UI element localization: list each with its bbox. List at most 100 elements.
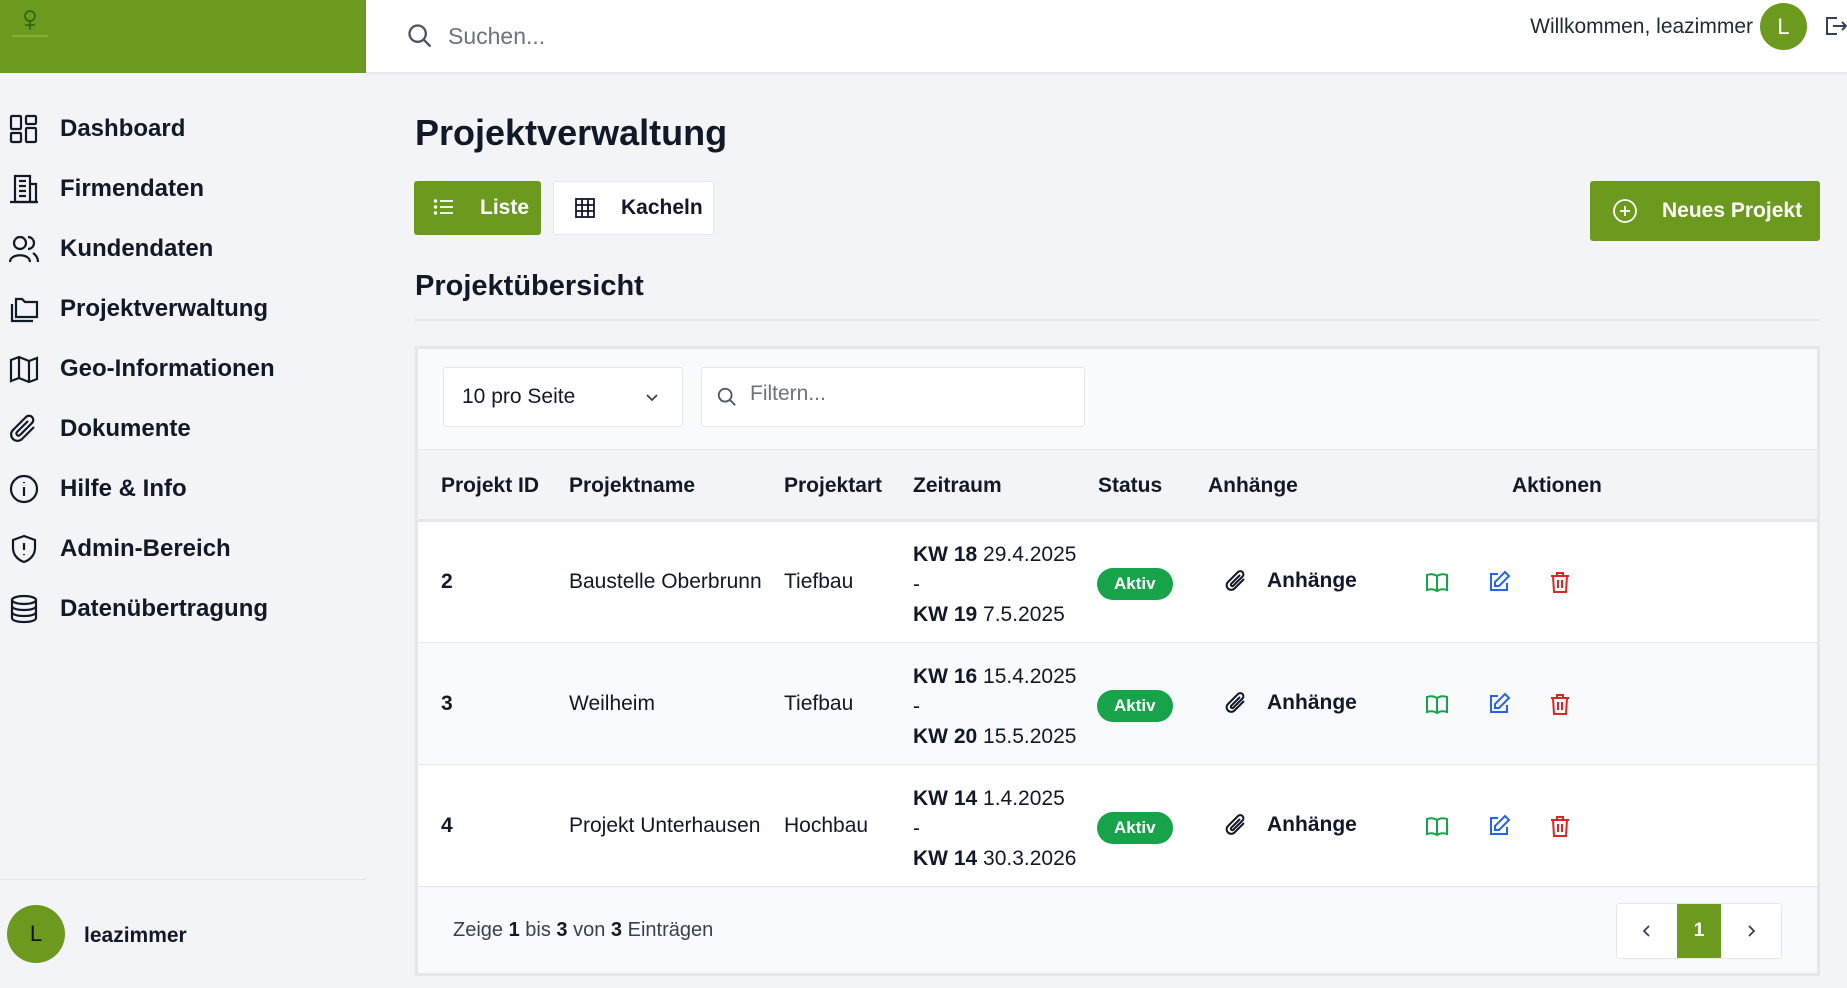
edit-icon[interactable] bbox=[1486, 691, 1512, 717]
page-title: Projektverwaltung bbox=[415, 112, 728, 153]
column-header[interactable]: Projektart bbox=[784, 474, 882, 498]
table-row: 3 Weilheim Tiefbau KW 16 15.4.2025 - KW … bbox=[418, 644, 1817, 765]
delete-icon[interactable] bbox=[1547, 569, 1573, 595]
sidebar-item-kundendaten[interactable]: Kundendaten bbox=[0, 223, 366, 275]
welcome-text: Willkommen, leazimmer bbox=[1530, 15, 1753, 38]
sidebar-item-label: Datenübertragung bbox=[60, 595, 269, 622]
end-kw: KW 20 bbox=[913, 725, 978, 748]
folders-icon bbox=[10, 297, 39, 323]
chevron-down-icon bbox=[646, 394, 658, 402]
table-row: 2 Baustelle Oberbrunn Tiefbau KW 18 29.4… bbox=[418, 522, 1817, 643]
view-list-button[interactable]: Liste bbox=[414, 181, 541, 235]
period-separator: - bbox=[913, 573, 920, 596]
page-button-current[interactable]: 1 bbox=[1677, 904, 1721, 958]
database-icon bbox=[10, 594, 38, 624]
top-bar: Willkommen, leazimmer L bbox=[366, 0, 1847, 73]
sidebar-item-label: Firmendaten bbox=[60, 175, 205, 202]
prev-page-button[interactable] bbox=[1617, 904, 1677, 958]
sidebar-item-hilfe-info[interactable]: Hilfe & Info bbox=[0, 463, 366, 515]
column-header[interactable]: Projektname bbox=[569, 474, 695, 498]
map-icon bbox=[9, 355, 39, 384]
sidebar-user-avatar[interactable]: L bbox=[7, 905, 65, 963]
view-book-icon[interactable] bbox=[1424, 691, 1450, 717]
view-tiles-button[interactable]: Kacheln bbox=[553, 181, 714, 235]
sidebar-divider bbox=[0, 879, 366, 880]
project-period: KW 14 1.4.2025 - KW 14 30.3.2026 bbox=[913, 784, 1076, 874]
section-title: Projektübersicht bbox=[415, 270, 644, 302]
column-header: Aktionen bbox=[1512, 474, 1602, 497]
attachments-link[interactable]: Anhänge bbox=[1223, 568, 1357, 594]
column-header[interactable]: Zeitraum bbox=[913, 474, 1002, 498]
shield-icon bbox=[11, 534, 37, 564]
end-kw: KW 19 bbox=[913, 603, 978, 626]
view-book-icon[interactable] bbox=[1424, 569, 1450, 595]
sidebar-item-label: Hilfe & Info bbox=[60, 475, 187, 502]
brand-logo-area[interactable] bbox=[0, 0, 366, 73]
delete-icon[interactable] bbox=[1547, 691, 1573, 717]
sidebar-item-admin-bereich[interactable]: Admin-Bereich bbox=[0, 523, 366, 575]
end-date: 7.5.2025 bbox=[983, 603, 1065, 626]
info-icon bbox=[9, 474, 39, 504]
sidebar-item-label: Projektverwaltung bbox=[60, 295, 269, 322]
start-kw: KW 14 bbox=[913, 787, 978, 810]
sidebar-user-name[interactable]: leazimmer bbox=[84, 924, 187, 948]
users-icon bbox=[8, 235, 40, 263]
attachments-link[interactable]: Anhänge bbox=[1223, 812, 1357, 838]
start-date: 29.4.2025 bbox=[983, 543, 1077, 566]
delete-icon[interactable] bbox=[1547, 813, 1573, 839]
column-header[interactable]: Anhänge bbox=[1208, 474, 1298, 498]
attachments-link[interactable]: Anhänge bbox=[1223, 690, 1357, 716]
table-filter[interactable] bbox=[701, 367, 1085, 427]
info-prefix: Zeige bbox=[453, 919, 504, 941]
sidebar-item-datenuebertragung[interactable]: Datenübertragung bbox=[0, 583, 366, 635]
column-header[interactable]: Projekt ID bbox=[441, 474, 539, 498]
table-row: 4 Projekt Unterhausen Hochbau KW 14 1.4.… bbox=[418, 766, 1817, 887]
next-page-button[interactable] bbox=[1721, 904, 1781, 958]
chevron-left-icon bbox=[1642, 925, 1650, 937]
global-search-input[interactable] bbox=[448, 22, 848, 50]
search-icon bbox=[717, 387, 736, 406]
edit-icon[interactable] bbox=[1486, 569, 1512, 595]
period-separator: - bbox=[913, 817, 920, 840]
info-suffix: Einträgen bbox=[627, 919, 714, 941]
info-mid1: bis bbox=[525, 919, 551, 941]
start-date: 1.4.2025 bbox=[983, 787, 1065, 810]
attachments-label: Anhänge bbox=[1267, 813, 1357, 836]
sidebar-item-geo-informationen[interactable]: Geo-Informationen bbox=[0, 343, 366, 395]
attachments-label: Anhänge bbox=[1267, 569, 1357, 592]
end-date: 30.3.2026 bbox=[983, 847, 1077, 870]
sidebar-item-label: Admin-Bereich bbox=[60, 535, 231, 562]
sidebar-item-projektverwaltung[interactable]: Projektverwaltung bbox=[0, 283, 366, 335]
sidebar-item-label: Geo-Informationen bbox=[60, 355, 275, 382]
sidebar-item-firmendaten[interactable]: Firmendaten bbox=[0, 163, 366, 215]
project-type: Hochbau bbox=[784, 814, 869, 837]
status-badge: Aktiv bbox=[1097, 812, 1173, 844]
project-id: 3 bbox=[441, 692, 453, 715]
section-divider bbox=[415, 319, 1820, 321]
status-badge: Aktiv bbox=[1097, 568, 1173, 600]
logout-icon[interactable] bbox=[1823, 12, 1847, 40]
project-period: KW 18 29.4.2025 - KW 19 7.5.2025 bbox=[913, 540, 1076, 630]
project-period: KW 16 15.4.2025 - KW 20 15.5.2025 bbox=[913, 662, 1076, 752]
view-book-icon[interactable] bbox=[1424, 813, 1450, 839]
global-search[interactable] bbox=[406, 14, 848, 58]
grid-icon bbox=[575, 198, 595, 218]
sidebar-item-dokumente[interactable]: Dokumente bbox=[0, 403, 366, 455]
sidebar-item-label: Kundendaten bbox=[60, 235, 214, 262]
sidebar-item-dashboard[interactable]: Dashboard bbox=[0, 103, 366, 155]
user-avatar[interactable]: L bbox=[1760, 3, 1807, 50]
project-table-card: 10 pro Seite Projekt ID Projektname Proj… bbox=[415, 346, 1820, 976]
view-list-label: Liste bbox=[480, 196, 530, 219]
project-type: Tiefbau bbox=[784, 692, 854, 715]
new-project-button[interactable]: Neues Projekt bbox=[1590, 181, 1820, 241]
filter-input[interactable] bbox=[750, 382, 1070, 406]
paperclip-icon bbox=[10, 414, 35, 442]
end-kw: KW 14 bbox=[913, 847, 978, 870]
project-id: 4 bbox=[441, 814, 453, 837]
info-mid2: von bbox=[573, 919, 606, 941]
project-name: Weilheim bbox=[569, 692, 655, 715]
per-page-select[interactable]: 10 pro Seite bbox=[443, 367, 683, 427]
paperclip-icon bbox=[1225, 692, 1245, 713]
column-header[interactable]: Status bbox=[1098, 474, 1162, 498]
edit-icon[interactable] bbox=[1486, 813, 1512, 839]
